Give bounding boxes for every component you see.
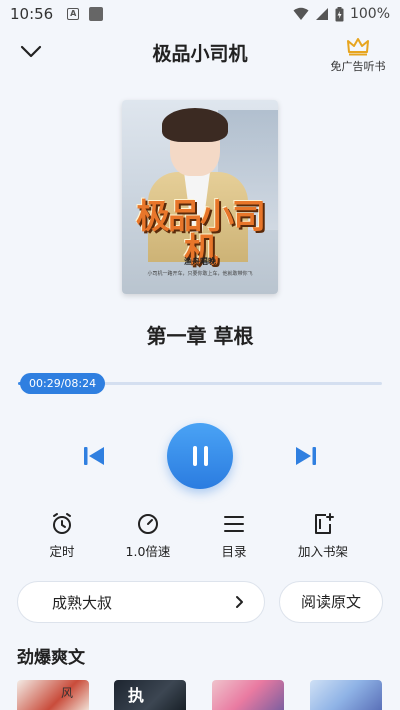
pause-icon [192, 446, 197, 466]
menu-list-icon [224, 516, 244, 532]
catalog-label: 目录 [221, 544, 247, 559]
signal-icon [315, 8, 328, 20]
battery-icon [335, 6, 344, 21]
recommend-list: 风 执 [17, 680, 397, 710]
recommend-book[interactable]: 风 [17, 680, 89, 710]
catalog-button[interactable]: 目录 [189, 512, 279, 560]
alarm-clock-icon [53, 513, 71, 534]
recommend-book[interactable] [212, 680, 284, 710]
pause-icon [203, 446, 208, 466]
cover-author: 渔舟唱晚 [184, 257, 216, 266]
previous-chapter-icon[interactable] [82, 445, 106, 467]
wifi-icon [293, 7, 309, 20]
timer-label: 定时 [49, 544, 75, 559]
speed-button[interactable]: 1.0倍速 [103, 512, 193, 560]
recommend-cover-text: 风 [61, 686, 74, 700]
function-row: 定时 1.0倍速 目录 加入书架 [0, 512, 400, 562]
recommend-book[interactable]: 执 [114, 680, 186, 710]
read-original-button[interactable]: 阅读原文 [279, 581, 383, 623]
voice-select-button[interactable]: 成熟大叔 [17, 581, 265, 623]
speed-label: 1.0倍速 [125, 544, 171, 559]
progress-thumb[interactable]: 00:29/08:24 [20, 373, 106, 394]
ad-free-label: 免广告听书 [330, 60, 386, 73]
status-bar: 10:56 A 100% [0, 0, 400, 28]
notification-square-icon [89, 7, 104, 21]
status-time: 10:56 [10, 5, 54, 23]
notification-a-icon: A [67, 8, 80, 20]
chevron-right-icon [236, 596, 243, 608]
speed-gauge-icon [138, 514, 158, 534]
book-cover: 极品小司机 渔舟唱晚 小司机一路开车，只要你敢上车，他就敢带你飞 [122, 100, 278, 294]
ad-free-button[interactable]: 免广告听书 [326, 36, 390, 78]
add-bookshelf-icon [315, 513, 334, 534]
pause-button[interactable] [167, 423, 233, 489]
status-right: 100% [293, 6, 390, 22]
chapter-title: 第一章 草根 [146, 324, 254, 348]
cover-tagline: 小司机一路开车，只要你敢上车，他就敢带你飞 [147, 271, 253, 277]
cover-figure-hair [162, 108, 228, 142]
add-bookshelf-button[interactable]: 加入书架 [278, 512, 368, 560]
header: 极品小司机 免广告听书 [0, 28, 400, 76]
recommend-cover-text: 执 [128, 686, 145, 705]
recommend-book[interactable] [310, 680, 382, 710]
battery-percent: 100% [349, 6, 390, 22]
timer-button[interactable]: 定时 [17, 512, 107, 560]
add-bookshelf-label: 加入书架 [297, 544, 348, 559]
next-chapter-icon[interactable] [294, 445, 318, 467]
section-title: 劲爆爽文 [17, 648, 85, 668]
voice-label: 成熟大叔 [52, 593, 113, 612]
crown-icon [347, 38, 369, 56]
